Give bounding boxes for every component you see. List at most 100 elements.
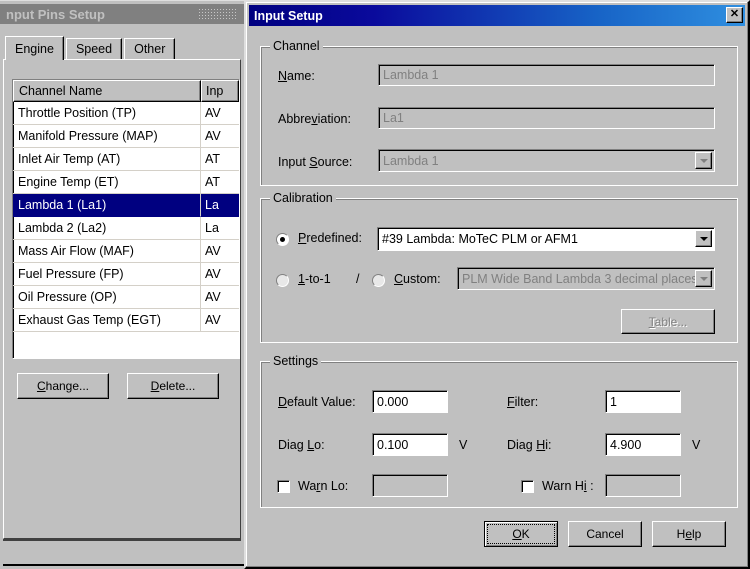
background-window-titlebar[interactable]: nput Pins Setup	[0, 4, 244, 24]
background-window-title: nput Pins Setup	[6, 6, 105, 22]
cell-input: La	[201, 217, 239, 240]
predefined-combo[interactable]: #39 Lambda: MoTeC PLM or AFM1	[377, 227, 715, 251]
cell-channel-name: Lambda 2 (La2)	[13, 217, 201, 240]
table-row[interactable]: Mass Air Flow (MAF) AV	[13, 240, 239, 263]
one-to-one-radio	[276, 274, 289, 287]
cell-input: AV	[201, 263, 239, 286]
input-source-label: Input Source:	[278, 155, 353, 169]
tab-other[interactable]: Other	[124, 38, 176, 59]
input-source-combo: Lambda 1	[378, 149, 715, 172]
cell-channel-name: Engine Temp (ET)	[13, 171, 201, 194]
cell-channel-name: Inlet Air Temp (AT)	[13, 148, 201, 171]
diag-lo-text: 0.100	[377, 437, 409, 452]
calibration-separator: /	[356, 272, 360, 286]
name-field: Lambda 1	[378, 64, 715, 86]
focus-rectangle	[487, 524, 555, 544]
table-row[interactable]: Throttle Position (TP) AV	[13, 102, 239, 125]
cancel-button[interactable]: Cancel	[568, 521, 642, 547]
dialog-buttons: OK Cancel Help	[484, 521, 726, 547]
filter-label: Filter:	[507, 395, 539, 409]
predefined-combo-value: #39 Lambda: MoTeC PLM or AFM1	[382, 232, 578, 246]
cell-channel-name: Fuel Pressure (FP)	[13, 263, 201, 286]
chevron-down-icon	[695, 152, 712, 169]
custom-combo: PLM Wide Band Lambda 3 decimal places	[457, 267, 715, 290]
warn-hi-input	[605, 474, 681, 497]
channel-list[interactable]: Channel Name Inp Throttle Position (TP) …	[12, 79, 240, 359]
warn-lo-checkbox[interactable]	[277, 480, 290, 493]
table-row[interactable]: Fuel Pressure (FP) AV	[13, 263, 239, 286]
channel-action-buttons: Change... Delete...	[17, 373, 219, 399]
table-row[interactable]: Oil Pressure (OP) AV	[13, 286, 239, 309]
channel-list-header: Channel Name Inp	[13, 80, 239, 102]
name-field-value: Lambda 1	[383, 68, 439, 82]
channel-group-label: Channel	[270, 39, 323, 53]
diag-lo-label: Diag Lo:	[278, 438, 325, 452]
diag-hi-text: 4.900	[610, 437, 642, 452]
diag-hi-unit: V	[692, 438, 701, 452]
help-button-label: Help	[676, 527, 702, 541]
window-bottom-edge	[3, 564, 249, 566]
tab-strip: Engine Speed Other	[5, 36, 177, 60]
cell-channel-name: Throttle Position (TP)	[13, 102, 201, 125]
cell-input: AV	[201, 286, 239, 309]
close-icon[interactable]: ✕	[726, 7, 743, 23]
change-button-label: Change...	[36, 379, 90, 393]
input-setup-dialog: Input Setup ✕ Channel Name: Lambda 1 Abb…	[244, 0, 750, 569]
table-row-selected[interactable]: Lambda 1 (La1) La	[13, 194, 239, 217]
table-row[interactable]: Engine Temp (ET) AT	[13, 171, 239, 194]
warn-hi-checkbox[interactable]	[521, 480, 534, 493]
input-source-value: Lambda 1	[383, 153, 439, 168]
default-value-input[interactable]: 0.000	[372, 390, 448, 413]
table-row[interactable]: Inlet Air Temp (AT) AT	[13, 148, 239, 171]
tab-speed-label: Speed	[75, 42, 113, 56]
cell-channel-name: Exhaust Gas Temp (EGT)	[13, 309, 201, 332]
calibration-group-label: Calibration	[270, 191, 336, 205]
cell-input: La	[201, 194, 239, 217]
cell-channel-name: Manifold Pressure (MAP)	[13, 125, 201, 148]
cell-input: AT	[201, 171, 239, 194]
name-label: Name:	[278, 69, 315, 83]
cell-input: AV	[201, 125, 239, 148]
dialog-titlebar[interactable]: Input Setup ✕	[249, 5, 745, 26]
abbreviation-field: La1	[378, 107, 715, 129]
table-button: Table...	[621, 309, 715, 334]
abbreviation-label: Abbreviation:	[278, 112, 351, 126]
chevron-down-icon[interactable]	[695, 230, 712, 247]
background-window-client: Engine Speed Other Channel Name Inp Thro…	[0, 28, 249, 568]
tab-other-label: Other	[134, 42, 166, 56]
custom-label: Custom:	[394, 272, 441, 286]
cell-channel-name: Mass Air Flow (MAF)	[13, 240, 201, 263]
predefined-radio[interactable]	[276, 233, 289, 246]
ok-button[interactable]: OK	[484, 521, 558, 547]
table-row[interactable]: Exhaust Gas Temp (EGT) AV	[13, 309, 239, 332]
custom-combo-value: PLM Wide Band Lambda 3 decimal places	[462, 271, 698, 286]
filter-text: 1	[610, 394, 617, 409]
table-row[interactable]: Manifold Pressure (MAP) AV	[13, 125, 239, 148]
predefined-label[interactable]: Predefined:	[298, 231, 362, 245]
cell-input: AV	[201, 240, 239, 263]
warn-hi-label: Warn Hi :	[542, 479, 594, 493]
table-row[interactable]: Lambda 2 (La2) La	[13, 217, 239, 240]
tab-engine-label: Engine	[15, 41, 54, 56]
radio-selected-dot	[280, 237, 285, 242]
delete-button[interactable]: Delete...	[127, 373, 219, 399]
panel-divider	[3, 539, 241, 541]
table-button-label: Table...	[648, 314, 688, 329]
filter-input[interactable]: 1	[605, 390, 681, 413]
diag-hi-input[interactable]: 4.900	[605, 433, 681, 456]
help-button[interactable]: Help	[652, 521, 726, 547]
column-header-input[interactable]: Inp	[201, 80, 239, 102]
diag-lo-input[interactable]: 0.100	[372, 433, 448, 456]
warn-lo-label: Warn Lo:	[298, 479, 349, 493]
cell-input: AT	[201, 148, 239, 171]
tab-speed[interactable]: Speed	[65, 38, 123, 59]
one-to-one-label: 1-to-1	[298, 272, 331, 286]
change-button[interactable]: Change...	[17, 373, 109, 399]
settings-group-label: Settings	[270, 354, 322, 368]
abbreviation-field-value: La1	[383, 111, 404, 125]
cancel-button-label: Cancel	[586, 527, 624, 541]
warn-lo-input	[372, 474, 448, 497]
tab-engine[interactable]: Engine	[5, 36, 64, 60]
chevron-down-icon	[695, 270, 712, 287]
column-header-channel-name[interactable]: Channel Name	[13, 80, 201, 102]
